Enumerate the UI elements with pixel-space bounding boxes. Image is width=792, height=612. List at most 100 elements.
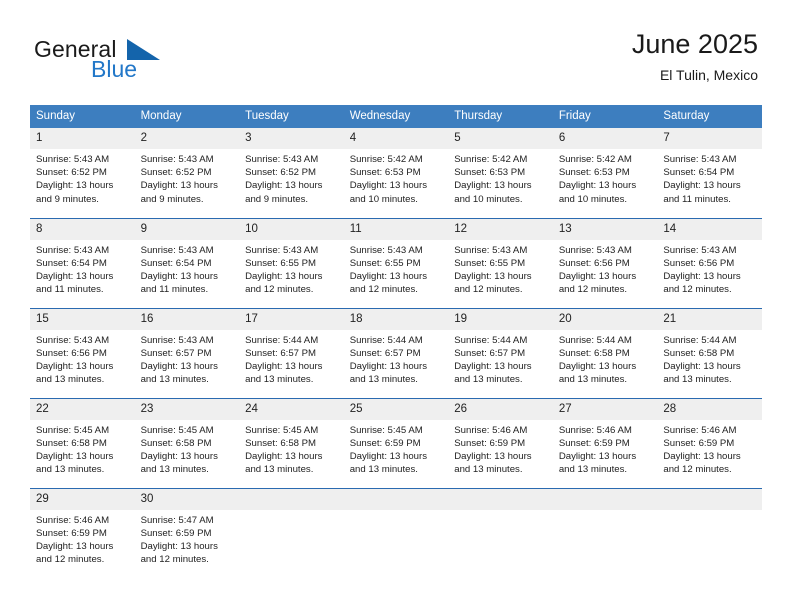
sunset-text: Sunset: 6:57 PM [245,347,317,359]
day-cell[interactable]: 2 Sunrise: 5:43 AM Sunset: 6:52 PM Dayli… [134,128,240,218]
day-number: 7 [657,128,762,149]
sunset-text: Sunset: 6:56 PM [663,257,735,269]
day-number: 5 [448,128,553,149]
daylight-text-line1: Daylight: 13 hours [349,450,428,462]
day-details: Sunrise: 5:47 AM Sunset: 6:59 PM Dayligh… [135,510,240,567]
day-details: Sunrise: 5:46 AM Sunset: 6:59 PM Dayligh… [30,510,135,567]
daylight-text-line2: and 12 minutes. [140,554,209,566]
day-cell[interactable]: 30 Sunrise: 5:47 AM Sunset: 6:59 PM Dayl… [134,487,240,578]
sunset-text: Sunset: 6:59 PM [140,527,212,539]
day-cell[interactable]: 11 Sunrise: 5:43 AM Sunset: 6:55 PM Dayl… [343,217,449,308]
day-cell[interactable]: 3 Sunrise: 5:43 AM Sunset: 6:52 PM Dayli… [239,128,344,218]
day-cell[interactable]: 19 Sunrise: 5:44 AM Sunset: 6:57 PM Dayl… [448,307,553,398]
daylight-text-line2: and 13 minutes. [349,464,418,476]
sunrise-text: Sunrise: 5:43 AM [140,244,214,256]
daylight-text-line1: Daylight: 13 hours [36,450,114,462]
page-header: General Blue June 2025 El Tulin, Mexico [34,28,758,90]
sunrise-text: Sunrise: 5:43 AM [663,154,737,165]
daylight-text-line1: Daylight: 13 hours [349,270,428,282]
day-cell[interactable]: 18 Sunrise: 5:44 AM Sunset: 6:57 PM Dayl… [343,307,449,398]
daylight-text-line2: and 11 minutes. [140,284,209,296]
weekday-header-thursday: Thursday [448,105,553,128]
day-cell[interactable]: 13 Sunrise: 5:43 AM Sunset: 6:56 PM Dayl… [552,217,658,308]
day-cell[interactable]: 27 Sunrise: 5:46 AM Sunset: 6:59 PM Dayl… [552,397,658,488]
day-details: Sunrise: 5:44 AM Sunset: 6:58 PM Dayligh… [657,330,762,387]
sunset-text: Sunset: 6:58 PM [245,437,317,449]
day-cell[interactable]: 25 Sunrise: 5:45 AM Sunset: 6:59 PM Dayl… [343,397,449,488]
day-cell[interactable]: 28 Sunrise: 5:46 AM Sunset: 6:59 PM Dayl… [657,397,762,488]
day-cell[interactable]: 5 Sunrise: 5:42 AM Sunset: 6:53 PM Dayli… [448,128,553,218]
sunset-text: Sunset: 6:56 PM [36,347,107,359]
daylight-text-line1: Daylight: 13 hours [454,180,532,192]
day-cell[interactable]: 20 Sunrise: 5:44 AM Sunset: 6:58 PM Dayl… [552,307,658,398]
day-cell[interactable]: 7 Sunrise: 5:43 AM Sunset: 6:54 PM Dayli… [657,128,762,218]
day-cell[interactable]: 24 Sunrise: 5:45 AM Sunset: 6:58 PM Dayl… [239,397,344,488]
day-cell[interactable]: 14 Sunrise: 5:43 AM Sunset: 6:56 PM Dayl… [657,217,762,308]
daylight-text-line1: Daylight: 13 hours [558,270,637,282]
day-cell[interactable]: 1 Sunrise: 5:43 AM Sunset: 6:52 PM Dayli… [30,128,135,218]
day-number: 10 [239,218,344,240]
day-details: Sunrise: 5:44 AM Sunset: 6:57 PM Dayligh… [448,330,553,387]
day-cell[interactable]: 15 Sunrise: 5:43 AM Sunset: 6:56 PM Dayl… [30,307,135,398]
daylight-text-line2: and 11 minutes. [36,284,104,296]
day-cell-empty [239,487,344,578]
day-number: 18 [343,308,449,330]
day-cell[interactable]: 8 Sunrise: 5:43 AM Sunset: 6:54 PM Dayli… [30,217,135,308]
calendar-table: Sunday Monday Tuesday Wednesday Thursday… [30,105,762,578]
daylight-text-line1: Daylight: 13 hours [36,180,114,192]
sunrise-text: Sunrise: 5:43 AM [140,334,214,346]
weekday-header-sunday: Sunday [30,105,135,128]
sunset-text: Sunset: 6:58 PM [558,347,630,359]
day-cell[interactable]: 29 Sunrise: 5:46 AM Sunset: 6:59 PM Dayl… [30,487,135,578]
sunset-text: Sunset: 6:59 PM [558,437,630,449]
brand-logo[interactable]: General Blue [34,28,294,84]
day-cell[interactable]: 6 Sunrise: 5:42 AM Sunset: 6:53 PM Dayli… [552,128,658,218]
day-number: 2 [134,128,240,149]
daylight-text-line1: Daylight: 13 hours [349,180,428,192]
day-details: Sunrise: 5:42 AM Sunset: 6:53 PM Dayligh… [553,149,658,206]
daylight-text-line2: and 13 minutes. [36,374,105,386]
day-cell[interactable]: 9 Sunrise: 5:43 AM Sunset: 6:54 PM Dayli… [134,217,240,308]
sunset-text: Sunset: 6:53 PM [349,167,421,179]
day-cell[interactable]: 21 Sunrise: 5:44 AM Sunset: 6:58 PM Dayl… [657,307,762,398]
day-cell[interactable]: 23 Sunrise: 5:45 AM Sunset: 6:58 PM Dayl… [134,397,240,488]
day-cell[interactable]: 17 Sunrise: 5:44 AM Sunset: 6:57 PM Dayl… [239,307,344,398]
day-cell-empty [552,487,658,578]
day-cell[interactable]: 4 Sunrise: 5:42 AM Sunset: 6:53 PM Dayli… [343,128,449,218]
day-details: Sunrise: 5:44 AM Sunset: 6:58 PM Dayligh… [553,330,658,387]
daylight-text-line1: Daylight: 13 hours [558,450,637,462]
sunrise-text: Sunrise: 5:42 AM [558,154,632,165]
day-details: Sunrise: 5:45 AM Sunset: 6:59 PM Dayligh… [344,420,449,477]
day-number: 30 [134,488,240,510]
day-details: Sunrise: 5:45 AM Sunset: 6:58 PM Dayligh… [239,420,344,477]
daylight-text-line2: and 13 minutes. [454,464,523,476]
daylight-text-line1: Daylight: 13 hours [349,360,428,372]
daylight-text-line2: and 9 minutes. [245,193,309,205]
day-number: 14 [657,218,762,240]
day-number: 27 [552,398,658,420]
day-cell[interactable]: 22 Sunrise: 5:45 AM Sunset: 6:58 PM Dayl… [30,397,135,488]
daylight-text-line2: and 13 minutes. [349,374,418,386]
day-number [448,488,553,510]
page-title: June 2025 [631,29,758,59]
sunrise-text: Sunrise: 5:45 AM [140,424,214,436]
sunset-text: Sunset: 6:57 PM [140,347,212,359]
daylight-text-line2: and 9 minutes. [140,193,204,205]
day-number: 16 [134,308,240,330]
sunset-text: Sunset: 6:59 PM [454,437,526,449]
day-cell[interactable]: 12 Sunrise: 5:43 AM Sunset: 6:55 PM Dayl… [448,217,553,308]
daylight-text-line2: and 10 minutes. [558,193,628,205]
sunrise-text: Sunrise: 5:46 AM [36,514,110,526]
day-cell[interactable]: 26 Sunrise: 5:46 AM Sunset: 6:59 PM Dayl… [448,397,553,488]
sunrise-text: Sunrise: 5:46 AM [663,424,737,436]
day-cell[interactable]: 16 Sunrise: 5:43 AM Sunset: 6:57 PM Dayl… [134,307,240,398]
sunrise-text: Sunrise: 5:43 AM [245,154,319,165]
sunset-text: Sunset: 6:58 PM [663,347,735,359]
sunset-text: Sunset: 6:55 PM [349,257,421,269]
sunset-text: Sunset: 6:56 PM [558,257,630,269]
day-cell[interactable]: 10 Sunrise: 5:43 AM Sunset: 6:55 PM Dayl… [239,217,344,308]
sunset-text: Sunset: 6:55 PM [245,257,317,269]
day-details: Sunrise: 5:43 AM Sunset: 6:52 PM Dayligh… [239,149,344,206]
daylight-text-line2: and 10 minutes. [454,193,523,205]
day-details: Sunrise: 5:43 AM Sunset: 6:55 PM Dayligh… [448,240,553,297]
